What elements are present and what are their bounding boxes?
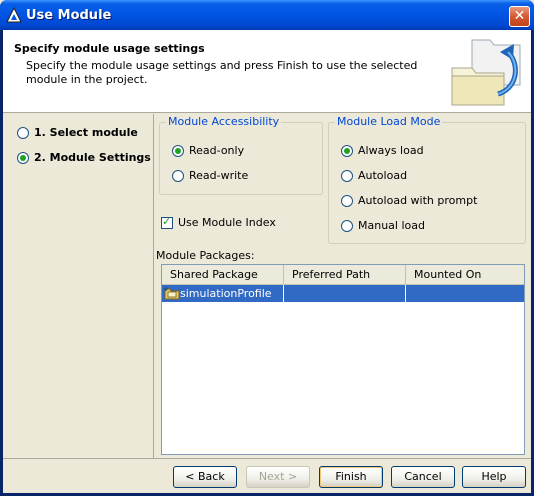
manual-load-radio[interactable]: Manual load [341,219,425,232]
checkbox-checked-icon [161,215,173,229]
step-radio-icon [17,127,29,139]
wizard-footer: < Back Next > Finish Cancel Help [3,458,531,494]
window-title: Use Module [26,8,112,23]
header-description: Specify the module usage settings and pr… [26,59,418,86]
table-row[interactable]: simulationProfile [162,285,524,302]
radio-selected-icon [172,145,184,157]
step-module-settings[interactable]: 2. Module Settings [17,151,151,164]
radio-icon [341,170,353,182]
module-accessibility-legend: Module Accessibility [166,115,282,128]
always-load-radio[interactable]: Always load [341,144,424,157]
finish-button[interactable]: Finish [319,466,383,488]
autoload-label: Autoload [358,169,408,182]
module-packages-label: Module Packages: [156,249,255,262]
read-write-label: Read-write [189,169,249,182]
autoload-with-prompt-radio[interactable]: Autoload with prompt [341,194,477,207]
back-button[interactable]: < Back [173,466,237,488]
cell-shared-package[interactable]: simulationProfile [162,285,284,302]
module-packages-table: Shared Package Preferred Path Mounted On… [161,264,525,455]
column-header-preferred-path[interactable]: Preferred Path [284,265,406,284]
step-radio-selected-icon [17,152,29,164]
read-only-label: Read-only [189,144,245,157]
close-icon: ✕ [513,8,526,24]
header-title: Specify module usage settings [14,42,205,55]
radio-icon [341,195,353,207]
cell-mounted-on[interactable] [406,285,524,302]
cancel-button[interactable]: Cancel [391,466,455,488]
wizard-header: Specify module usage settings Specify th… [3,30,531,113]
close-button[interactable]: ✕ [509,6,530,27]
steps-panel: 1. Select module 2. Module Settings [7,114,154,458]
radio-selected-icon [341,145,353,157]
read-write-radio[interactable]: Read-write [172,169,248,182]
module-load-mode-group: Module Load Mode Always load Autoload Au… [328,115,526,244]
table-header: Shared Package Preferred Path Mounted On [162,265,524,285]
dialog-window: Use Module ✕ Specify module usage settin… [0,0,534,496]
step-label: 2. Module Settings [34,151,151,164]
use-module-index-checkbox[interactable]: Use Module Index [161,215,276,229]
title-bar[interactable]: Use Module ✕ [0,0,534,30]
step-label: 1. Select module [34,126,138,139]
dialog-body: Specify module usage settings Specify th… [3,30,531,493]
always-load-label: Always load [358,144,424,157]
next-button[interactable]: Next > [246,466,310,488]
app-logo-icon [6,7,22,23]
help-button[interactable]: Help [462,466,526,488]
module-load-mode-legend: Module Load Mode [335,115,443,128]
autoload-with-prompt-label: Autoload with prompt [358,194,478,207]
package-icon [164,287,180,300]
step-select-module[interactable]: 1. Select module [17,126,138,139]
radio-icon [172,170,184,182]
shared-package-name: simulationProfile [180,287,272,300]
folder-arrow-icon [451,39,521,106]
use-module-index-label: Use Module Index [178,216,276,229]
manual-load-label: Manual load [358,219,425,232]
radio-icon [341,220,353,232]
module-accessibility-group: Module Accessibility Read-only Read-writ… [159,115,323,195]
cell-preferred-path[interactable] [284,285,406,302]
column-header-mounted-on[interactable]: Mounted On [406,265,524,284]
column-header-shared-package[interactable]: Shared Package [162,265,284,284]
autoload-radio[interactable]: Autoload [341,169,407,182]
read-only-radio[interactable]: Read-only [172,144,244,157]
